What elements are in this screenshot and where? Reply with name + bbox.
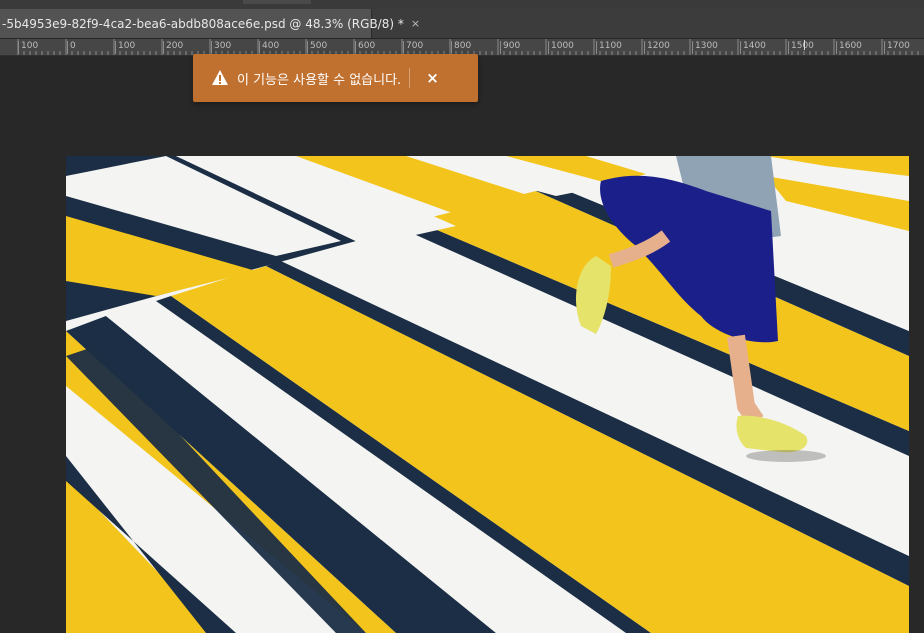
- ruler-label: 1300: [692, 41, 718, 54]
- ruler-label: 900: [500, 41, 520, 54]
- ruler-label: 0: [67, 41, 76, 54]
- document-tab[interactable]: -5b4953e9-82f9-4ca2-bea6-abdb808ace6e.ps…: [0, 9, 420, 38]
- ruler-label: 100: [18, 41, 38, 54]
- ruler-label: 800: [451, 41, 471, 54]
- crosswalk-runner-photo[interactable]: [66, 156, 909, 633]
- ruler-label: 400: [259, 41, 279, 54]
- close-tab-icon[interactable]: ×: [411, 17, 420, 30]
- ruler-label: 1700: [884, 41, 910, 54]
- ruler-label: 1600: [836, 41, 862, 54]
- photo-illustration: [66, 156, 909, 633]
- ruler-label: 100: [115, 41, 135, 54]
- toast-divider: [409, 68, 411, 88]
- document-tab-title: -5b4953e9-82f9-4ca2-bea6-abdb808ace6e.ps…: [2, 16, 404, 31]
- document-tab-bar: -5b4953e9-82f9-4ca2-bea6-abdb808ace6e.ps…: [0, 9, 924, 39]
- ruler-label: 1400: [740, 41, 766, 54]
- ruler-label: 1200: [644, 41, 670, 54]
- warning-icon: [211, 69, 229, 87]
- ruler-label: 300: [211, 41, 231, 54]
- ruler-label: 1100: [596, 41, 622, 54]
- cursor-position-marker: [804, 40, 805, 50]
- close-toast-icon[interactable]: ×: [426, 69, 439, 87]
- ruler-label: 200: [163, 41, 183, 54]
- panel-tab-fragment: [243, 0, 311, 4]
- warning-toast: 이 기능은 사용할 수 없습니다. ×: [193, 54, 478, 102]
- toast-message: 이 기능은 사용할 수 없습니다.: [237, 72, 402, 88]
- ruler-label: 600: [355, 41, 375, 54]
- ruler-label: 700: [403, 41, 423, 54]
- ruler-label: 1000: [548, 41, 574, 54]
- ruler-label: 500: [307, 41, 327, 54]
- ruler-label: 1500: [788, 41, 814, 54]
